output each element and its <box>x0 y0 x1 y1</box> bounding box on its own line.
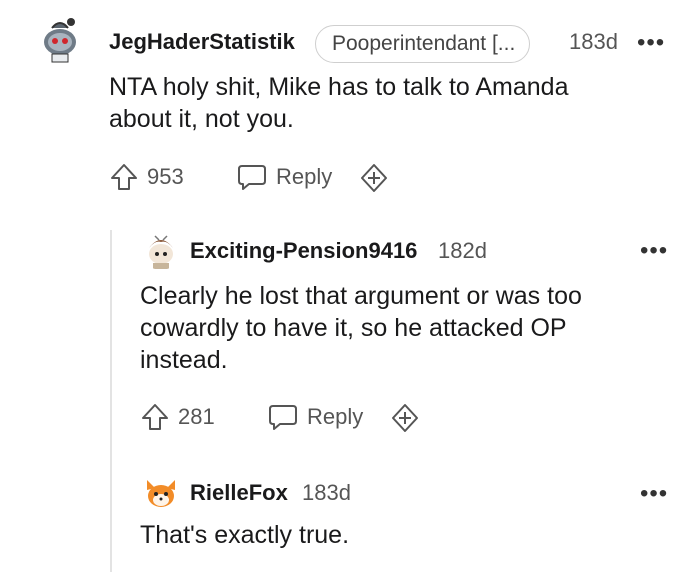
comment-text-line: cowardly to have it, so he attacked OP <box>140 314 567 342</box>
comment-text-line: Clearly he lost that argument or was too <box>140 282 582 310</box>
upvote-arrow-icon <box>142 404 168 430</box>
reply-label: Reply <box>276 164 333 189</box>
snoo-avatar-icon <box>34 12 86 64</box>
comment-text-line: That's exactly true. <box>140 521 350 549</box>
award-button[interactable] <box>358 162 390 199</box>
comment-username[interactable]: RielleFox <box>190 480 288 506</box>
comment-body: That's exactly true. <box>140 519 349 551</box>
comment-body: Clearly he lost that argument or was too… <box>140 280 582 376</box>
comment-text-line: about it, not you. <box>109 105 294 133</box>
avatar[interactable] <box>141 472 181 512</box>
snoo-avatar-icon <box>141 230 181 270</box>
comment-age: 182d <box>438 238 487 263</box>
more-options-icon[interactable]: ••• <box>637 31 665 55</box>
comment-bubble-icon <box>238 165 266 190</box>
comment-age: 183d <box>302 480 351 505</box>
award-plus-icon <box>361 164 387 192</box>
thread-line[interactable] <box>110 230 112 572</box>
comment-text-line: NTA holy shit, Mike has to talk to Amand… <box>109 73 569 101</box>
reply-button[interactable]: Reply <box>236 162 332 192</box>
avatar[interactable] <box>141 230 181 270</box>
user-flair: Pooperintendant [... <box>315 25 531 63</box>
upvote-arrow-icon <box>111 164 137 190</box>
reply-button[interactable]: Reply <box>267 402 363 432</box>
award-button[interactable] <box>389 402 421 439</box>
comment-username[interactable]: Exciting-Pension9416 <box>190 238 417 264</box>
avatar[interactable] <box>34 12 86 64</box>
vote-count: 953 <box>147 164 184 189</box>
more-options-icon[interactable]: ••• <box>640 239 668 263</box>
upvote-button[interactable]: 953 <box>109 162 184 192</box>
award-plus-icon <box>392 404 418 432</box>
reply-label: Reply <box>307 404 364 429</box>
comment-age: 183d <box>569 29 618 54</box>
more-options-icon[interactable]: ••• <box>640 482 668 506</box>
comment-username[interactable]: JegHaderStatistik <box>109 29 295 55</box>
comment-text-line: instead. <box>140 346 228 374</box>
upvote-button[interactable]: 281 <box>140 402 215 432</box>
comment-bubble-icon <box>269 405 297 430</box>
comment-body: NTA holy shit, Mike has to talk to Amand… <box>109 71 568 135</box>
vote-count: 281 <box>178 404 215 429</box>
fox-avatar-icon <box>141 472 181 512</box>
